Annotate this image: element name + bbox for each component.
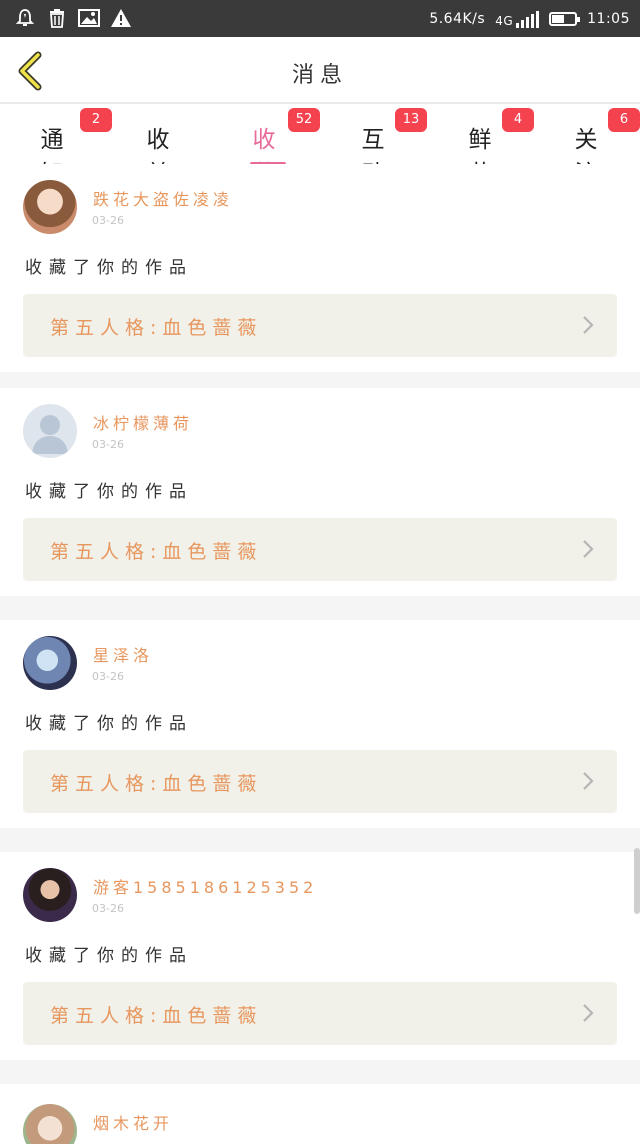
list-item: 跌花大盗佐凌凌 03-26 收藏了你的作品 第五人格:血色蔷薇 — [0, 164, 640, 372]
status-bar: 5.64K/s 4G 11:05 — [0, 0, 640, 37]
status-icons-right: 5.64K/s 4G 11:05 — [429, 0, 630, 37]
work-link[interactable]: 第五人格:血色蔷薇 — [23, 982, 617, 1045]
username[interactable]: 冰柠檬薄荷 — [93, 410, 193, 434]
message-date: 03-26 — [92, 902, 124, 915]
page-title: 消息 — [291, 63, 348, 88]
warning-icon — [110, 7, 132, 29]
tab-earnings[interactable]: 收益 — [132, 116, 192, 187]
header: 消息 — [0, 37, 640, 104]
work-link[interactable]: 第五人格:血色蔷薇 — [23, 750, 617, 813]
tab-badge: 2 — [80, 108, 112, 132]
avatar[interactable] — [23, 404, 77, 458]
chevron-right-icon — [583, 540, 594, 558]
chevron-right-icon — [583, 772, 594, 790]
action-text: 收藏了你的作品 — [25, 258, 193, 278]
clock: 11:05 — [587, 10, 630, 27]
network-indicator: 4G — [495, 10, 540, 28]
username[interactable]: 星泽洛 — [93, 642, 153, 666]
action-text: 收藏了你的作品 — [25, 714, 193, 734]
tab-flowers[interactable]: 鲜花 4 — [454, 108, 534, 187]
work-link[interactable]: 第五人格:血色蔷薇 — [23, 294, 617, 357]
network-type: 4G — [495, 13, 514, 28]
list-item: 星泽洛 03-26 收藏了你的作品 第五人格:血色蔷薇 — [0, 620, 640, 828]
chevron-right-icon — [583, 1004, 594, 1022]
chevron-right-icon — [583, 316, 594, 334]
tab-bar: 通知 2 收益 收藏 52 互动 13 鲜花 4 关注 6 — [0, 104, 640, 187]
image-icon — [78, 7, 100, 29]
tab-badge: 52 — [288, 108, 320, 132]
work-link[interactable]: 第五人格:血色蔷薇 — [23, 518, 617, 581]
tab-follows[interactable]: 关注 6 — [560, 108, 640, 187]
tab-badge: 13 — [395, 108, 427, 132]
action-text: 收藏了你的作品 — [25, 482, 193, 502]
alarm-icon — [14, 7, 36, 29]
avatar[interactable] — [23, 636, 77, 690]
list-item: 烟木花开 — [0, 1084, 640, 1144]
trash-icon — [46, 7, 68, 29]
default-user-icon — [32, 415, 68, 454]
tab-favorites[interactable]: 收藏 52 — [238, 108, 320, 187]
message-date: 03-26 — [92, 438, 124, 451]
list-item: 冰柠檬薄荷 03-26 收藏了你的作品 第五人格:血色蔷薇 — [0, 388, 640, 596]
tab-badge: 6 — [608, 108, 640, 132]
work-title: 第五人格:血色蔷薇 — [50, 317, 263, 339]
tab-interactions[interactable]: 互动 13 — [347, 108, 427, 187]
work-title: 第五人格:血色蔷薇 — [50, 773, 263, 795]
list-item: 游客1585186125352 03-26 收藏了你的作品 第五人格:血色蔷薇 — [0, 852, 640, 1060]
action-text: 收藏了你的作品 — [25, 946, 193, 966]
avatar[interactable] — [23, 180, 77, 234]
tab-badge: 4 — [502, 108, 534, 132]
battery-icon — [549, 11, 581, 26]
avatar[interactable] — [23, 868, 77, 922]
scrollbar[interactable] — [634, 848, 640, 914]
username[interactable]: 烟木花开 — [93, 1110, 173, 1134]
work-title: 第五人格:血色蔷薇 — [50, 541, 263, 563]
username[interactable]: 跌花大盗佐凌凌 — [93, 186, 233, 210]
signal-icon — [516, 10, 540, 28]
message-date: 03-26 — [92, 214, 124, 227]
username[interactable]: 游客1585186125352 — [93, 874, 317, 898]
net-speed: 5.64K/s — [429, 10, 486, 27]
work-title: 第五人格:血色蔷薇 — [50, 1005, 263, 1027]
avatar[interactable] — [23, 1104, 77, 1144]
status-icons-left — [14, 7, 132, 29]
tab-notifications[interactable]: 通知 2 — [26, 108, 112, 187]
message-date: 03-26 — [92, 670, 124, 683]
